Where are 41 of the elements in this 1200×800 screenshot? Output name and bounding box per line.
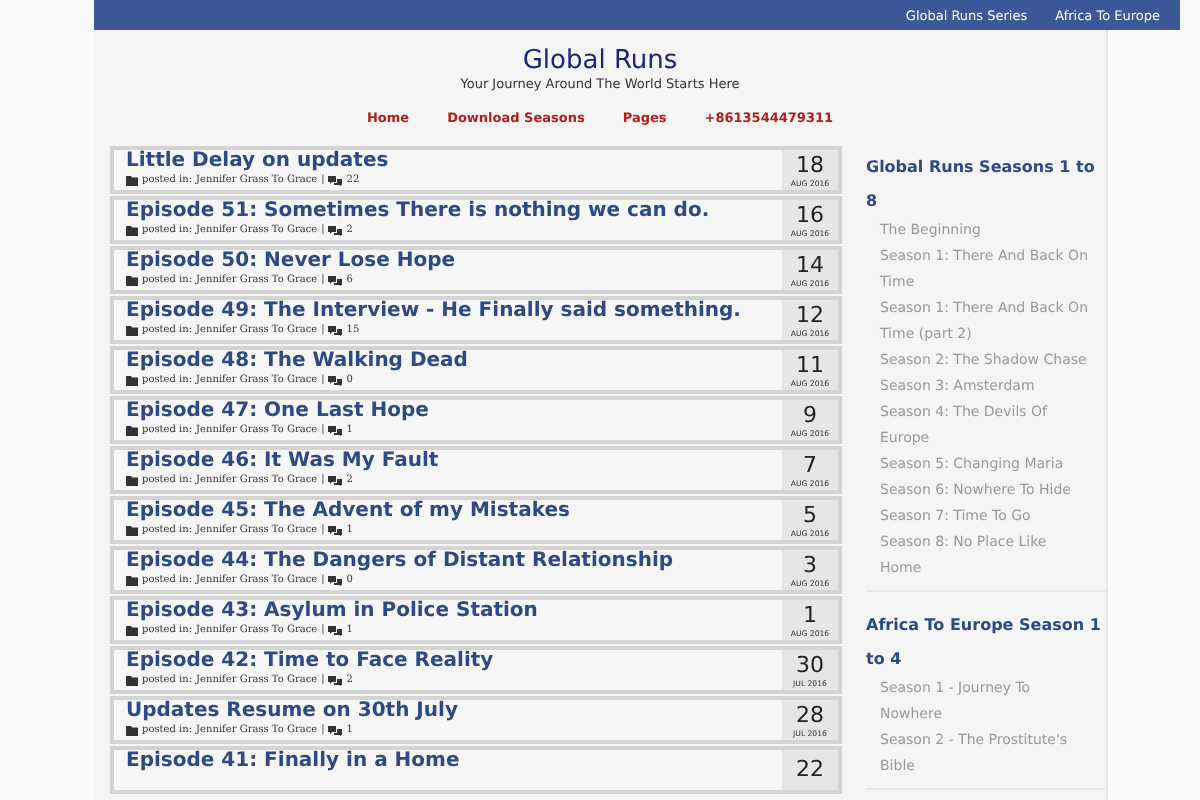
folder-icon [126, 676, 138, 686]
post-title[interactable]: Little Delay on updates [126, 150, 389, 174]
comment-bubbles-icon [328, 726, 343, 736]
folder-icon [126, 276, 138, 286]
comment-bubbles-icon [328, 376, 343, 386]
post-title[interactable]: Episode 44: The Dangers of Distant Relationship [126, 550, 674, 574]
comment-bubbles-icon [328, 576, 343, 586]
post-title[interactable]: Episode 46: It Was My Fault [126, 450, 439, 474]
comment-bubbles-icon [328, 276, 343, 286]
comment-bubbles-icon [328, 326, 343, 336]
folder-icon [126, 726, 138, 736]
comment-bubbles-icon [328, 676, 343, 686]
folder-icon [126, 626, 138, 636]
comment-bubbles-icon [328, 426, 343, 436]
widget-heading: Africa To Europe Season 1 to 4 [866, 614, 1103, 672]
post-title[interactable]: Episode 42: Time to Face Reality [126, 650, 494, 674]
post-title[interactable]: Episode 47: One Last Hope [126, 400, 429, 424]
post-title[interactable]: Episode 51: Sometimes There is nothing we can do. [126, 200, 710, 224]
comment-bubbles-icon [328, 626, 343, 636]
post-title[interactable]: Episode 41: Finally in a Home [126, 750, 460, 774]
widget-heading: Global Runs Seasons 1 to 8 [866, 156, 1097, 214]
comment-bubbles-icon [328, 476, 343, 486]
folder-icon [126, 176, 138, 186]
comment-bubbles-icon [328, 176, 343, 186]
comment-bubbles-icon [328, 226, 343, 236]
folder-icon [126, 326, 138, 336]
post-title[interactable]: Episode 48: The Walking Dead [126, 350, 468, 374]
folder-icon [126, 476, 138, 486]
post-title[interactable]: Episode 43: Asylum in Police Station [126, 600, 538, 624]
folder-icon [126, 576, 138, 586]
folder-icon [126, 376, 138, 386]
folder-icon [126, 426, 138, 436]
comment-bubbles-icon [328, 526, 343, 536]
folder-icon [126, 526, 138, 536]
post-title[interactable]: Updates Resume on 30th July [126, 700, 458, 724]
post-date-badge: 22 [782, 750, 838, 790]
post-title[interactable]: Episode 50: Never Lose Hope [126, 250, 456, 274]
site-title[interactable]: Global Runs [522, 46, 678, 76]
post-title[interactable]: Episode 45: The Advent of my Mistakes [126, 500, 570, 524]
folder-icon [126, 226, 138, 236]
post-title[interactable]: Episode 49: The Interview - He Finally said something. [126, 300, 741, 324]
